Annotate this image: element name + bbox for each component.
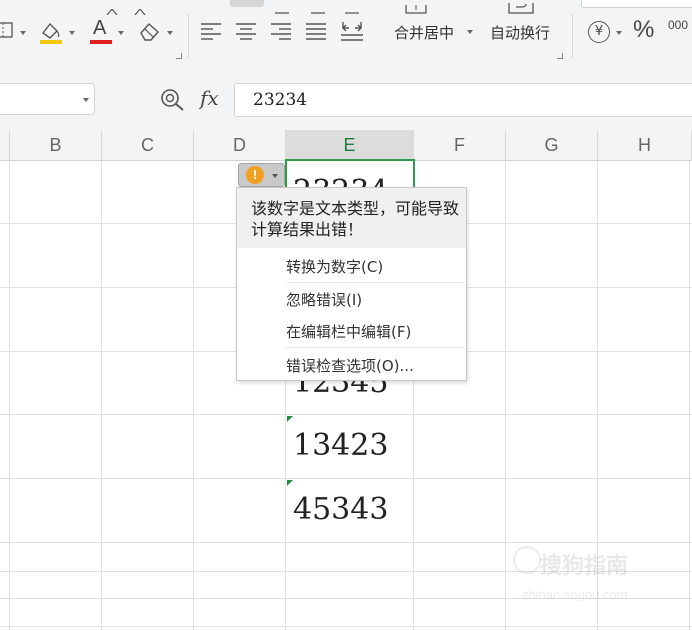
column-header-d[interactable]: D (194, 130, 286, 161)
formula-input[interactable]: 23234 (234, 83, 692, 117)
merge-center-button[interactable]: 合并居中 (394, 22, 454, 43)
column-header-c[interactable]: C (102, 130, 194, 161)
fx-icon[interactable]: fx (200, 86, 219, 110)
eraser-dropdown-icon[interactable] (167, 31, 173, 35)
column-header-g[interactable]: G (506, 130, 598, 161)
currency-glyph: ¥ (594, 24, 604, 39)
merge-icon[interactable] (405, 0, 427, 14)
column-header-b[interactable]: B (10, 130, 102, 161)
alignment-group-expand-icon[interactable] (557, 53, 563, 59)
font-color-glyph: A (93, 17, 107, 39)
warning-icon: ! (246, 166, 264, 184)
ribbon-toolbar: A 合并居中 自动换行 ¥ % 000 (0, 0, 692, 67)
error-indicator-icon (287, 416, 293, 422)
watermark-url: zhinan.sogou.com (522, 587, 628, 602)
menu-item-error-check-options[interactable]: 错误检查选项(O)... (286, 355, 414, 376)
font-group-expand-icon[interactable] (176, 53, 182, 59)
error-check-menu: 该数字是文本类型，可能导致计算结果出错！ 转换为数字(C) 忽略错误(I) 在编… (236, 187, 467, 381)
grid-hline (0, 478, 692, 479)
menu-item-ignore-error[interactable]: 忽略错误(I) (286, 289, 362, 310)
border-icon[interactable] (0, 22, 14, 38)
merge-dropdown-icon[interactable] (467, 30, 473, 34)
menu-item-convert-to-number[interactable]: 转换为数字(C) (286, 256, 383, 277)
name-box[interactable] (0, 83, 95, 115)
middle-align-icon[interactable] (275, 0, 365, 14)
menu-divider (286, 347, 464, 348)
currency-dropdown-icon[interactable] (616, 31, 622, 35)
align-center-icon[interactable] (235, 22, 257, 40)
grid-vline (101, 161, 102, 630)
error-indicator-icon (287, 480, 293, 486)
fill-color-icon[interactable] (38, 19, 64, 45)
top-align-icon[interactable] (230, 0, 264, 7)
currency-icon[interactable]: ¥ (588, 21, 610, 43)
grid-vline (505, 161, 506, 630)
grid-hline (0, 414, 692, 415)
formula-bar: 23234 (0, 66, 692, 130)
error-message: 该数字是文本类型，可能导致计算结果出错！ (237, 188, 466, 248)
grid-vline (689, 161, 690, 630)
grid-vline (9, 161, 10, 630)
grid-vline (193, 161, 194, 630)
watermark-logo-icon (513, 546, 541, 574)
fill-color-dropdown-icon[interactable] (69, 31, 75, 35)
wrap-text-button[interactable]: 自动换行 (490, 22, 550, 43)
grid-hline (0, 542, 692, 543)
thousands-button[interactable]: 000 (668, 18, 688, 32)
error-check-button[interactable]: ! (238, 163, 285, 187)
grid-hline (0, 626, 692, 627)
align-right-icon[interactable] (270, 22, 292, 40)
column-header-partial[interactable] (0, 130, 10, 161)
ribbon-divider (188, 14, 189, 58)
font-color-icon[interactable]: A (90, 17, 112, 45)
column-header-e[interactable]: E (286, 130, 414, 161)
font-color-dropdown-icon[interactable] (118, 31, 124, 35)
column-header-f[interactable]: F (414, 130, 506, 161)
eraser-icon[interactable] (138, 20, 162, 42)
name-box-dropdown-icon[interactable] (83, 98, 89, 102)
wrap-icon[interactable] (508, 0, 534, 14)
number-format-dropdown[interactable] (581, 0, 692, 8)
column-header-h[interactable]: H (598, 130, 692, 161)
justify-icon[interactable] (305, 22, 327, 40)
zoom-function-icon[interactable] (160, 88, 186, 112)
border-dropdown-icon[interactable] (20, 31, 26, 35)
chevron-down-icon (272, 174, 278, 178)
watermark-text: 搜狗指南 (540, 554, 629, 579)
ribbon-divider-2 (572, 14, 573, 58)
cell-e-row5[interactable]: 13423 (293, 428, 388, 463)
font-style-icon[interactable] (105, 0, 165, 16)
align-left-icon[interactable] (200, 22, 222, 40)
percent-button[interactable]: % (633, 16, 654, 44)
menu-item-edit-in-formula-bar[interactable]: 在编辑栏中编辑(F) (286, 321, 411, 342)
distributed-icon[interactable] (340, 20, 364, 42)
menu-divider (286, 282, 464, 283)
cell-e-row6[interactable]: 45343 (293, 492, 388, 527)
